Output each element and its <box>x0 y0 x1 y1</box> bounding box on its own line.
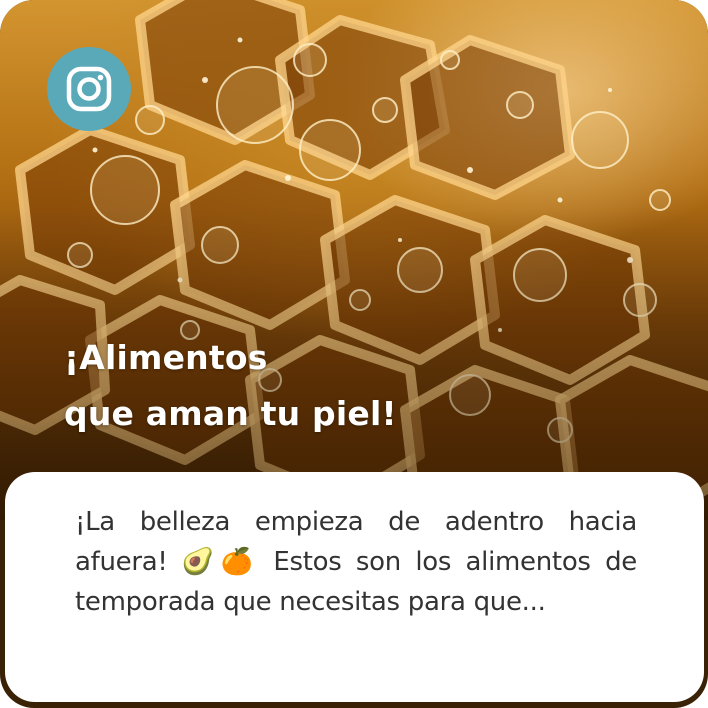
headline-line-2: que aman tu piel! <box>64 394 397 433</box>
headline-line-1: ¡Alimentos <box>64 338 268 377</box>
post-caption: ¡La belleza empieza de adentro hacia afu… <box>75 507 637 617</box>
caption-panel[interactable]: ¡La belleza empieza de adentro hacia afu… <box>5 472 704 702</box>
instagram-icon[interactable] <box>47 47 131 131</box>
post-card[interactable]: ¡Alimentos que aman tu piel! ¡La belleza… <box>0 0 708 708</box>
post-headline: ¡Alimentos que aman tu piel! <box>64 330 397 442</box>
